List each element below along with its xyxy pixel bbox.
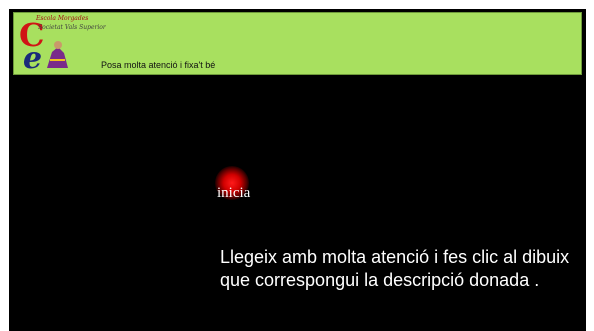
logo-line-1: Escola Morgades: [36, 15, 89, 22]
svg-text:e: e: [23, 41, 42, 72]
instructions-text: Llegeix amb molta atenció i fes clic al …: [220, 247, 570, 290]
start-link[interactable]: inicia: [217, 185, 250, 202]
header-subtitle: Posa molta atenció i fixa't bé: [101, 60, 216, 70]
logo-line-2: Societat Vals Superior: [38, 24, 106, 31]
header-bar: C e Escola Morgades Societat Vals Superi…: [13, 12, 582, 75]
activity-window: C e Escola Morgades Societat Vals Superi…: [9, 9, 586, 331]
logo-text: Escola Morgades Societat Vals Superior: [36, 14, 106, 32]
